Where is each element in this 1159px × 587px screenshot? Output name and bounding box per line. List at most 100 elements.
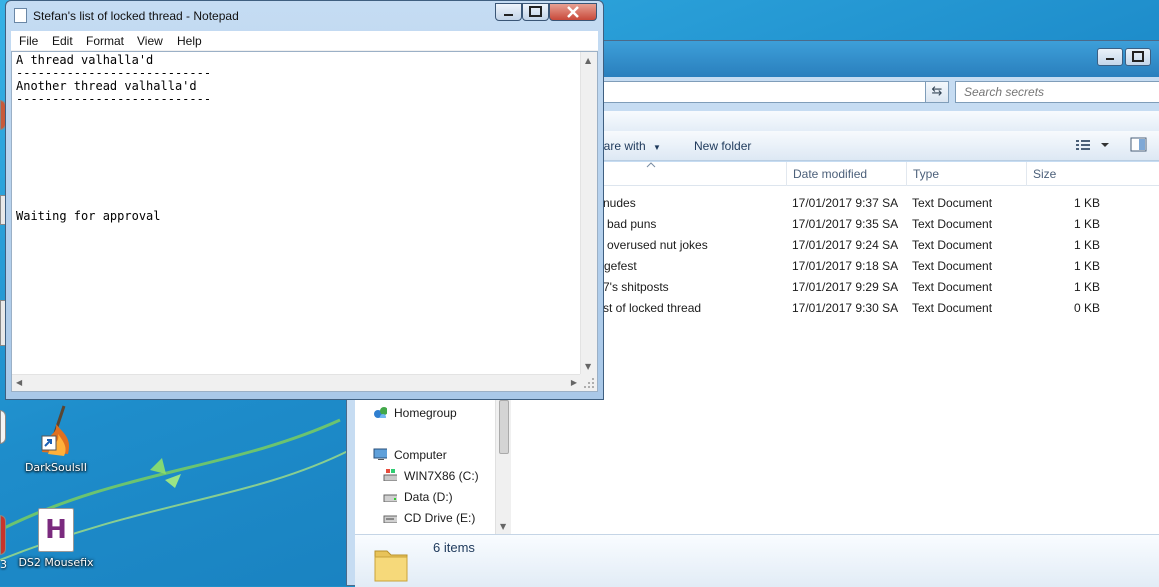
file-list: nudes 17/01/2017 9:37 SA Text Document 1…: [512, 186, 1159, 534]
file-name: bad puns: [607, 217, 657, 231]
share-with-button[interactable]: hare with ▼: [597, 139, 661, 153]
column-type[interactable]: Type: [906, 162, 1026, 186]
menu-format[interactable]: Format: [86, 34, 124, 48]
table-row[interactable]: gefest 17/01/2017 9:18 SA Text Document …: [512, 256, 1159, 277]
window-title: Stefan's list of locked thread - Notepad: [33, 9, 239, 23]
desktop-icon-darksouls[interactable]: DarkSoulsII: [16, 402, 96, 474]
text-editor[interactable]: A thread valhalla'd --------------------…: [11, 51, 598, 392]
details-pane: 6 items: [355, 534, 1159, 587]
file-date: 17/01/2017 9:24 SA: [792, 238, 899, 252]
close-button[interactable]: [549, 3, 597, 21]
scroll-left-icon[interactable]: ◀: [16, 378, 22, 387]
nav-item-computer[interactable]: Computer: [373, 448, 447, 462]
scroll-right-icon[interactable]: ▶: [571, 378, 577, 387]
file-type: Text Document: [912, 259, 993, 273]
resize-grip[interactable]: [580, 374, 597, 391]
chevron-down-icon: ▼: [653, 143, 661, 152]
menu-edit[interactable]: Edit: [52, 34, 73, 48]
desktop-icon-label: DS2 Mousefix: [18, 556, 94, 569]
file-date: 17/01/2017 9:18 SA: [792, 259, 899, 273]
maximize-button[interactable]: [522, 3, 549, 21]
windows-drive-icon: [383, 469, 397, 481]
column-date-modified[interactable]: Date modified: [786, 162, 906, 186]
preview-pane-icon: [1130, 137, 1147, 152]
column-header-bar: Date modified Type Size: [512, 162, 1159, 186]
table-row[interactable]: overused nut jokes 17/01/2017 9:24 SA Te…: [512, 235, 1159, 256]
search-input[interactable]: [955, 81, 1159, 103]
file-size: 1 KB: [1074, 196, 1101, 210]
table-row[interactable]: st of locked thread 17/01/2017 9:30 SA T…: [512, 298, 1159, 319]
minimize-icon: [1106, 58, 1114, 60]
table-row[interactable]: nudes 17/01/2017 9:37 SA Text Document 1…: [512, 193, 1159, 214]
desktop-icon-ds2-mousefix[interactable]: H DS2 Mousefix: [16, 508, 96, 569]
desktop-icon-partial[interactable]: [0, 515, 6, 555]
table-row[interactable]: bad puns 17/01/2017 9:35 SA Text Documen…: [512, 214, 1159, 235]
file-size: 1 KB: [1074, 217, 1101, 231]
notepad-window: Stefan's list of locked thread - Notepad…: [5, 0, 604, 400]
file-size: 1 KB: [1074, 238, 1101, 252]
file-type: Text Document: [912, 196, 993, 210]
table-row[interactable]: 7's shitposts 17/01/2017 9:29 SA Text Do…: [512, 277, 1159, 298]
nav-item-homegroup[interactable]: Homegroup: [373, 406, 457, 420]
preview-pane-button[interactable]: [1130, 137, 1148, 156]
file-type: Text Document: [912, 238, 993, 252]
sort-up-icon: [646, 162, 656, 168]
minimize-button[interactable]: [495, 3, 522, 21]
nav-item-drive-d[interactable]: Data (D:): [383, 490, 453, 504]
maximize-button[interactable]: [1125, 48, 1151, 66]
close-icon: [567, 6, 579, 18]
nav-scrollbar[interactable]: ▼: [495, 396, 511, 534]
folder-icon: [374, 550, 408, 582]
file-date: 17/01/2017 9:30 SA: [792, 301, 899, 315]
hard-drive-icon: [383, 494, 397, 502]
desktop-icon-partial[interactable]: [0, 410, 6, 444]
document-text[interactable]: A thread valhalla'd --------------------…: [12, 52, 581, 375]
file-name: nudes: [603, 196, 636, 210]
file-size: 0 KB: [1074, 301, 1101, 315]
minimize-button[interactable]: [1097, 48, 1123, 66]
file-type: Text Document: [912, 280, 993, 294]
address-bar[interactable]: ▼: [597, 81, 947, 103]
scroll-down-icon[interactable]: ▼: [585, 362, 591, 371]
dark-souls-bonfire-icon: [41, 405, 70, 456]
file-name: gefest: [604, 259, 637, 273]
view-options-button[interactable]: [1075, 137, 1109, 156]
refresh-icon: ⇆: [931, 84, 943, 99]
refresh-button[interactable]: ⇆: [925, 81, 949, 103]
cd-drive-icon: [383, 515, 397, 523]
maximize-icon: [529, 6, 542, 17]
menu-help[interactable]: Help: [177, 34, 202, 48]
nav-item-drive-c[interactable]: WIN7X86 (C:): [383, 469, 479, 483]
desktop-icon-partial-label: 3: [0, 558, 7, 571]
minimize-icon: [504, 14, 513, 16]
scroll-up-icon[interactable]: ▲: [585, 56, 591, 65]
menu-view[interactable]: View: [137, 34, 163, 48]
file-name: 7's shitposts: [603, 280, 669, 294]
vertical-scrollbar[interactable]: ▲ ▼: [580, 52, 597, 375]
resize-grip-icon: [584, 378, 594, 388]
file-date: 17/01/2017 9:29 SA: [792, 280, 899, 294]
new-folder-button[interactable]: New folder: [694, 139, 751, 153]
view-list-icon: [1076, 140, 1109, 150]
maximize-icon: [1132, 51, 1144, 62]
desktop-icon-label: DarkSoulsII: [24, 461, 88, 474]
nav-scrollbar-thumb[interactable]: [499, 400, 509, 454]
share-with-label: hare with: [597, 139, 646, 153]
computer-icon: [373, 448, 387, 460]
file-name: overused nut jokes: [607, 238, 708, 252]
column-size[interactable]: Size: [1026, 162, 1126, 186]
menu-bar: File Edit Format View Help: [11, 31, 598, 51]
file-type: Text Document: [912, 217, 993, 231]
homegroup-icon: [374, 407, 387, 418]
file-date: 17/01/2017 9:35 SA: [792, 217, 899, 231]
notepad-icon: [14, 8, 27, 23]
nav-item-drive-e[interactable]: CD Drive (E:): [383, 511, 475, 525]
file-size: 1 KB: [1074, 280, 1101, 294]
menu-file[interactable]: File: [19, 34, 38, 48]
scroll-down-icon[interactable]: ▼: [500, 522, 506, 531]
document-h-icon: H: [38, 508, 74, 552]
file-date: 17/01/2017 9:37 SA: [792, 196, 899, 210]
file-type: Text Document: [912, 301, 993, 315]
horizontal-scrollbar[interactable]: ◀ ▶: [12, 374, 581, 391]
item-count: 6 items: [433, 540, 475, 555]
